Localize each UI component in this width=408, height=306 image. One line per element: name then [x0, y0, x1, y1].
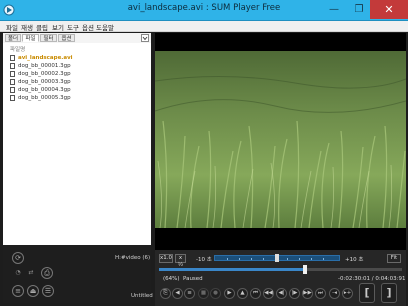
tab-folder[interactable]: 폴더 [5, 34, 21, 42]
skip-back-icon[interactable]: -◂ [329, 288, 340, 299]
file-icon [10, 87, 15, 93]
menu-view[interactable]: 보기 [52, 22, 64, 32]
fit-button[interactable]: Fit [387, 254, 401, 263]
file-icon [10, 79, 15, 85]
playlist-tabs: 폴더 파일 필터 옵션 [3, 33, 151, 43]
menu-clip[interactable]: 클립 [36, 22, 48, 32]
equalizer-icon[interactable]: ≡ [184, 288, 195, 299]
screenshot-icon[interactable]: ⎘ [160, 288, 171, 299]
media-title: Untitled [131, 293, 153, 299]
menu-help[interactable]: 도움말 [96, 22, 114, 32]
list-menu-icon[interactable]: ☰ [42, 285, 54, 297]
progress-bar[interactable] [159, 265, 402, 274]
video-area[interactable] [155, 33, 406, 250]
playlist-header-filename: 파일명 [10, 47, 26, 53]
stop-icon[interactable]: ■ [198, 288, 209, 299]
skip-forward-icon[interactable]: ▸+ [342, 288, 353, 299]
progress-thumb[interactable] [302, 265, 307, 274]
track-info: H:#video (6) [115, 255, 151, 261]
lock-icon[interactable]: ◔ [14, 269, 22, 277]
list-item[interactable]: avi_landscape.avi [10, 54, 146, 62]
menu-bar: 파일 재생 클립 보기 도구 옵션 도움말 [0, 21, 408, 32]
playback-controls: x1.0 x ½ -10 초 +10 초 Fit (64%) Paused -0… [155, 250, 406, 306]
speed-button[interactable]: x1.0 [159, 254, 173, 263]
previous-icon[interactable]: ⏮ [250, 288, 261, 299]
playlist-panel: 폴더 파일 필터 옵션 파일명 avi_landscape.avi dog_bb… [3, 33, 153, 303]
frame-forward-icon[interactable]: |▶ [289, 288, 300, 299]
tab-file[interactable]: 파일 [22, 34, 39, 42]
mark-in-button[interactable]: [ [359, 283, 375, 303]
open-file-icon[interactable]: ⎙ [41, 267, 53, 279]
list-item[interactable]: dog_bb_00003.3gp [10, 78, 146, 86]
playlist-controls: ⟳ ◔ ⇄ ⎙ ≡ ⏏ ☰ H:#video (6) Untitled [3, 245, 153, 303]
file-icon [10, 63, 15, 69]
menu-options[interactable]: 옵션 [82, 22, 94, 32]
tab-options[interactable]: 옵션 [58, 34, 75, 42]
list-item[interactable]: dog_bb_00001.3gp [10, 62, 146, 70]
volume-icon[interactable]: ◀ [172, 288, 183, 299]
panel-menu-icon[interactable] [141, 34, 149, 42]
playlist: 파일명 avi_landscape.avi dog_bb_00001.3gp d… [3, 43, 151, 255]
video-frame-grass [155, 51, 406, 228]
menu-file[interactable]: 파일 [6, 22, 18, 32]
time-display: -0:02:30:01 / 0:04:03:91 [338, 276, 406, 282]
file-icon [10, 55, 15, 61]
rewind-icon[interactable]: ◀◀ [263, 288, 274, 299]
close-button[interactable]: ✕ [370, 0, 408, 19]
next-icon[interactable]: ⏭ [315, 288, 326, 299]
remove-icon[interactable]: ⏏ [27, 285, 39, 297]
open-icon[interactable]: ▲ [237, 288, 248, 299]
volume-percent: (64%) [163, 276, 180, 282]
menu-play[interactable]: 재생 [21, 22, 33, 32]
shuffle-icon[interactable]: ⇄ [27, 269, 35, 277]
video-frame[interactable] [155, 51, 406, 228]
mark-out-button[interactable]: ] [381, 283, 397, 303]
title-bar[interactable]: avi_landscape.avi : SUM Player Free — ❐ … [0, 0, 408, 21]
list-item[interactable]: dog_bb_00002.3gp [10, 70, 146, 78]
jump-seek-thumb[interactable] [275, 254, 279, 262]
seek-back-label[interactable]: -10 초 [196, 255, 212, 263]
playback-status: Paused [183, 276, 203, 282]
tab-filter[interactable]: 필터 [40, 34, 57, 42]
jump-seek-bar[interactable] [214, 254, 340, 262]
speed-step-button[interactable]: x ½ [175, 254, 186, 268]
progress-fill [159, 268, 305, 271]
minimize-button[interactable]: — [322, 0, 346, 19]
fast-forward-icon[interactable]: ▶▶ [302, 288, 313, 299]
repeat-icon[interactable]: ⟳ [12, 252, 24, 264]
seek-forward-label[interactable]: +10 초 [345, 255, 363, 263]
file-icon [10, 95, 15, 101]
frame-back-icon[interactable]: ◀| [276, 288, 287, 299]
play-icon[interactable]: ▶ [224, 288, 235, 299]
menu-tools[interactable]: 도구 [67, 22, 79, 32]
list-item[interactable]: dog_bb_00005.3gp [10, 94, 146, 102]
file-icon [10, 71, 15, 77]
add-icon[interactable]: ≡ [12, 285, 24, 297]
record-icon[interactable]: ● [210, 288, 221, 299]
maximize-button[interactable]: ❐ [347, 0, 371, 19]
list-item[interactable]: dog_bb_00004.3gp [10, 86, 146, 94]
